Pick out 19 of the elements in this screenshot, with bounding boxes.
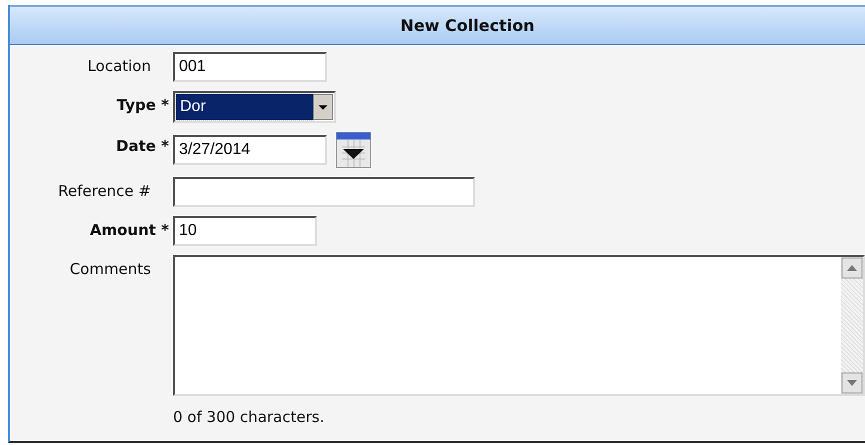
scrollbar[interactable] xyxy=(841,257,863,394)
field-label: Date * xyxy=(116,136,169,157)
text-field[interactable]: 10 xyxy=(173,216,317,246)
field-label: Reference # xyxy=(58,181,152,202)
field-label: Amount * xyxy=(90,220,169,241)
field-label: Location xyxy=(88,56,152,77)
character-counter: 0 of 300 characters. xyxy=(173,407,326,428)
date-field[interactable]: 3/27/2014 xyxy=(173,135,327,165)
field-label: Comments xyxy=(70,259,152,280)
scroll-up-icon[interactable] xyxy=(841,257,863,279)
panel-title: New Collection xyxy=(400,14,535,36)
calendar-icon[interactable] xyxy=(336,132,371,168)
selected-option: Dor xyxy=(176,94,313,120)
type-dropdown[interactable]: Dor xyxy=(173,91,336,123)
scroll-down-icon[interactable] xyxy=(841,372,863,394)
field-label: Type * xyxy=(116,95,169,116)
caret-icon[interactable] xyxy=(313,94,333,120)
text-field[interactable] xyxy=(173,177,475,207)
text-field[interactable]: 001 xyxy=(173,52,327,82)
